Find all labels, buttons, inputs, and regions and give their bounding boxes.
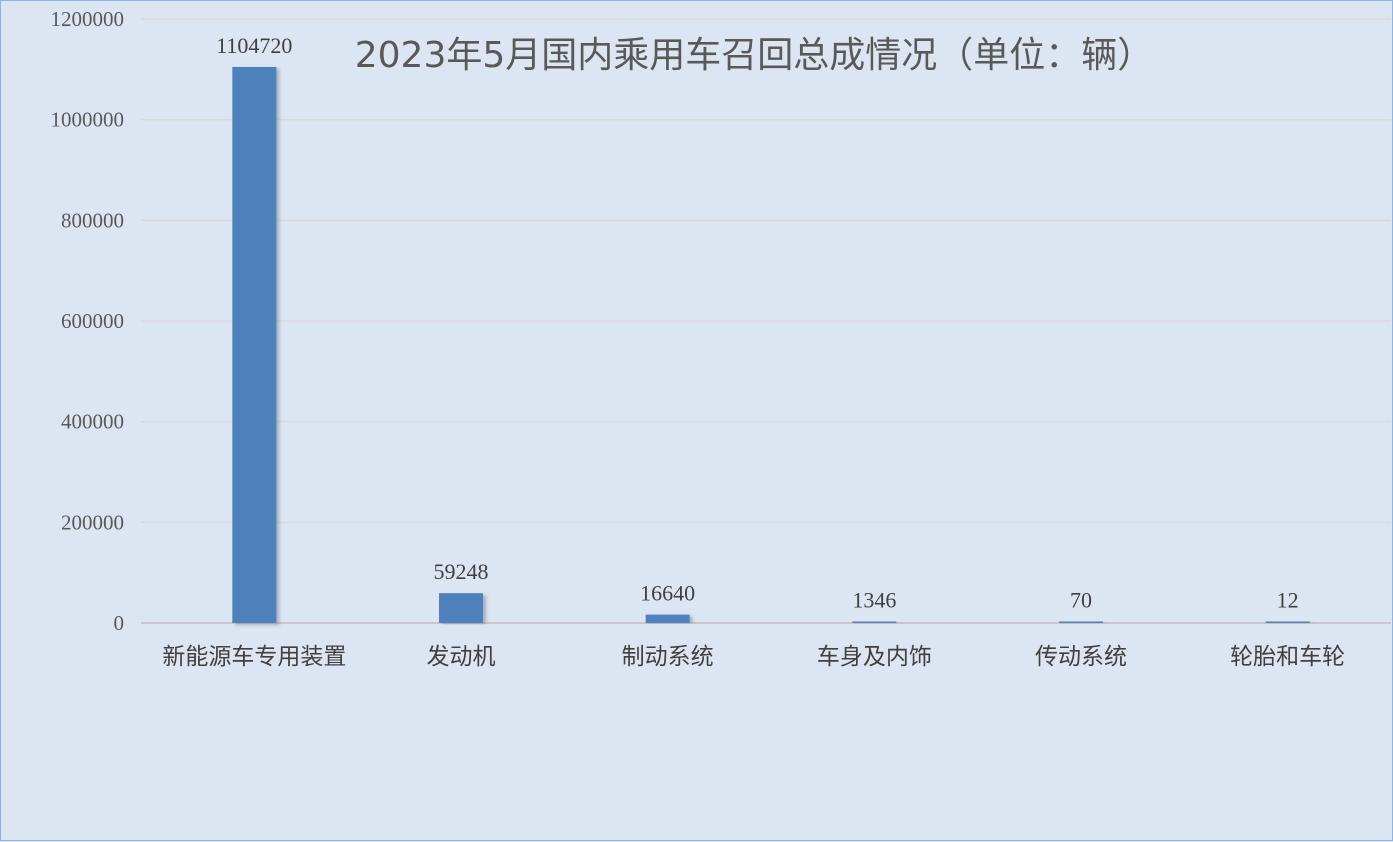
bar	[232, 66, 277, 624]
category-label: 发动机	[427, 644, 496, 670]
chart-title: 2023年5月国内乘用车召回总成情况（单位：辆）	[355, 35, 1154, 76]
category-label: 车身及内饰	[817, 644, 932, 670]
y-tick-label: 1000000	[51, 108, 125, 132]
y-axis-ticks: 0 200000 400000 600000 800000 1000000 1200000	[51, 7, 125, 635]
bar	[852, 621, 897, 623]
data-label: 12	[1277, 588, 1299, 613]
bar-chart: 020000040000060000080000010000001200000 …	[51, 7, 1391, 670]
y-tick-label: 800000	[61, 208, 124, 232]
data-label: 1104720	[216, 33, 292, 58]
data-label: 59248	[434, 559, 489, 584]
bar	[1265, 621, 1310, 623]
bar	[1059, 621, 1103, 623]
y-tick-label: 0	[114, 611, 125, 635]
bar	[645, 614, 690, 623]
chart-frame: 0 200000 400000 600000 800000 1000000 1200000 …	[0, 0, 1393, 841]
category-label: 传动系统	[1035, 644, 1127, 670]
category-label: 新能源车专用装置	[162, 644, 346, 670]
y-tick-label: 600000	[61, 309, 124, 333]
y-tick-label: 1200000	[51, 7, 125, 31]
bars	[232, 66, 1310, 624]
data-label: 1346	[852, 588, 896, 613]
bar	[439, 593, 483, 623]
data-label: 16640	[640, 581, 695, 606]
y-tick-label: 400000	[61, 410, 124, 434]
gridlines	[141, 18, 1391, 624]
y-tick-label: 200000	[61, 510, 124, 534]
category-label: 制动系统	[622, 644, 714, 670]
category-label: 轮胎和车轮	[1230, 644, 1345, 670]
category-labels: 新能源车专用装置 发动机 制动系统 车身及内饰 传动系统 轮胎和车轮	[162, 644, 1345, 670]
data-label: 70	[1070, 588, 1092, 613]
